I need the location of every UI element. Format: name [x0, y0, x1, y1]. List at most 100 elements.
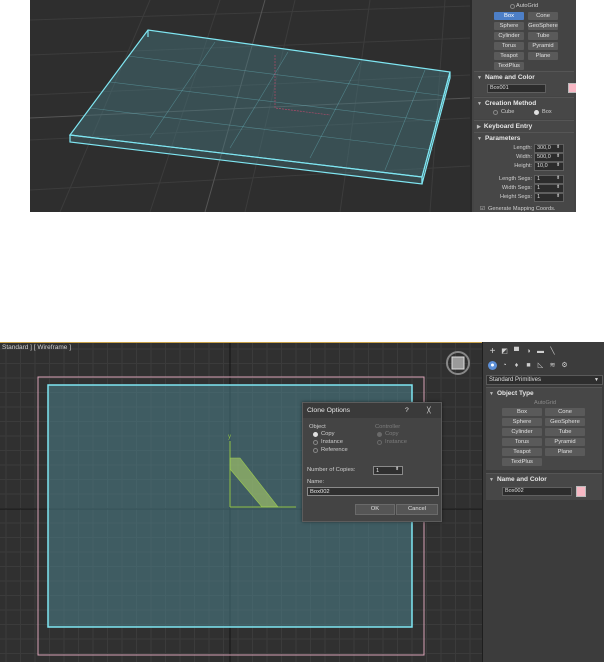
bottom-screenshot: Standard ] [ Wireframe ] y Clone Options…	[0, 342, 604, 662]
primitive-box-button[interactable]: Box	[494, 12, 524, 20]
chevron-down-icon: ▼	[594, 377, 599, 383]
object-type-rollout: ▼ Object Type AutoGrid Box Cone Sphere Ge…	[486, 387, 602, 470]
y-axis-label: y	[228, 434, 231, 440]
motion-tab-icon[interactable]: ◑	[524, 347, 533, 356]
primitive-sphere-button[interactable]: Sphere	[502, 418, 542, 426]
primitive-type-dropdown[interactable]: Standard Primitives ▼	[486, 375, 603, 385]
display-tab-icon[interactable]: ▬	[536, 347, 545, 356]
spinner-icon[interactable]: ⬍	[556, 153, 560, 159]
create-tab-icon[interactable]: +	[488, 347, 497, 357]
cameras-icon[interactable]: ■	[524, 361, 533, 370]
reference-radio[interactable]	[313, 448, 318, 453]
instance-radio[interactable]	[313, 440, 318, 445]
autogrid-label: AutoGrid	[516, 3, 539, 9]
length-label: Length:	[513, 145, 532, 151]
primitive-teapot-button[interactable]: Teapot	[502, 448, 542, 456]
primitive-teapot-button[interactable]: Teapot	[494, 52, 524, 60]
clone-name-input[interactable]	[307, 487, 439, 496]
spacewarps-icon[interactable]: ≋	[548, 361, 557, 370]
close-button[interactable]: ╳	[427, 407, 431, 414]
command-panel-bottom: + ◩ ▀ ◑ ▬ ╲ ● ◔ ♦ ■ ◺ ≋ ⚙ Standard Primi…	[482, 342, 604, 662]
instance-label: Instance	[321, 439, 343, 445]
primitive-torus-button[interactable]: Torus	[494, 42, 524, 50]
helpers-icon[interactable]: ◺	[536, 361, 545, 370]
help-button[interactable]: ?	[405, 407, 409, 414]
primitive-box-button[interactable]: Box	[502, 408, 542, 416]
color-swatch[interactable]	[568, 83, 576, 93]
collapse-triangle-icon[interactable]: ▼	[477, 136, 482, 142]
primitive-cylinder-button[interactable]: Cylinder	[502, 428, 542, 436]
hierarchy-tab-icon[interactable]: ▀	[512, 347, 521, 356]
primitive-pyramid-button[interactable]: Pyramid	[545, 438, 585, 446]
name-color-title: Name and Color	[484, 74, 535, 81]
keyboard-entry-title[interactable]: Keyboard Entry	[484, 123, 532, 130]
primitive-sphere-button[interactable]: Sphere	[494, 22, 524, 30]
perspective-viewport[interactable]	[30, 0, 470, 212]
creation-method-rollout: ▼ Creation Method Cube Box	[474, 97, 574, 119]
cube-label: Cube	[501, 109, 515, 115]
top-viewport[interactable]: Standard ] [ Wireframe ] y Clone Options…	[0, 342, 482, 662]
width-label: Width:	[516, 154, 532, 160]
spinner-icon[interactable]: ⬍	[395, 466, 399, 472]
primitive-geosphere-button[interactable]: GeoSphere	[528, 22, 558, 30]
collapse-triangle-icon[interactable]: ▼	[477, 75, 482, 81]
creation-method-title: Creation Method	[484, 100, 537, 107]
box-label: Box	[542, 109, 552, 115]
primitive-cylinder-button[interactable]: Cylinder	[494, 32, 524, 40]
spinner-icon[interactable]: ⬍	[556, 184, 560, 190]
height-label: Height:	[514, 163, 532, 169]
viewport-grid	[30, 0, 470, 212]
viewcube-icon	[451, 356, 465, 370]
command-panel-tabs: + ◩ ▀ ◑ ▬ ╲	[488, 347, 557, 357]
controller-copy-label: Copy	[385, 431, 399, 437]
expand-triangle-icon[interactable]: ▶	[477, 124, 481, 130]
primitive-pyramid-button[interactable]: Pyramid	[528, 42, 558, 50]
primitive-geosphere-button[interactable]: GeoSphere	[545, 418, 585, 426]
parameters-rollout: ▼ Parameters Length: 300,0 ⬍ Width: 500,0…	[474, 132, 574, 212]
gen-mapping-checkbox-icon[interactable]: ☑	[480, 206, 485, 212]
name-label: Name:	[307, 479, 325, 485]
modify-tab-icon[interactable]: ◩	[500, 347, 509, 356]
controller-copy-radio	[377, 432, 382, 437]
primitive-cone-button[interactable]: Cone	[545, 408, 585, 416]
gen-mapping-label: Generate Mapping Coords.	[488, 206, 556, 212]
shapes-icon[interactable]: ◔	[500, 361, 509, 370]
keyboard-entry-rollout: ▶ Keyboard Entry	[474, 120, 574, 132]
spinner-icon[interactable]: ⬍	[556, 162, 560, 168]
lights-icon[interactable]: ♦	[512, 361, 521, 370]
object-name-field[interactable]: Box002	[502, 487, 572, 496]
object-group-label: Object	[309, 424, 326, 430]
primitive-torus-button[interactable]: Torus	[502, 438, 542, 446]
primitive-textplus-button[interactable]: TextPlus	[494, 62, 524, 70]
copy-label: Copy	[321, 431, 335, 437]
primitive-tube-button[interactable]: Tube	[528, 32, 558, 40]
primitive-textplus-button[interactable]: TextPlus	[502, 458, 542, 466]
viewport-label[interactable]: Standard ] [ Wireframe ]	[2, 344, 71, 351]
height-segs-label: Height Segs:	[499, 194, 532, 200]
cube-radio[interactable]	[493, 110, 498, 115]
collapse-triangle-icon[interactable]: ▼	[477, 101, 482, 107]
collapse-triangle-icon[interactable]: ▼	[489, 391, 494, 397]
cancel-button[interactable]: Cancel	[396, 504, 438, 515]
spinner-icon[interactable]: ⬍	[556, 193, 560, 199]
controller-instance-label: Instance	[385, 439, 407, 445]
primitive-tube-button[interactable]: Tube	[545, 428, 585, 436]
object-type-title: Object Type	[496, 390, 534, 397]
geometry-icon[interactable]: ●	[488, 361, 497, 370]
dropdown-value: Standard Primitives	[489, 377, 542, 383]
copy-radio[interactable]	[313, 432, 318, 437]
reference-label: Reference	[321, 447, 348, 453]
autogrid-checkbox[interactable]	[510, 4, 515, 9]
primitive-plane-button[interactable]: Plane	[545, 448, 585, 456]
primitive-cone-button[interactable]: Cone	[528, 12, 558, 20]
ok-button[interactable]: OK	[355, 504, 395, 515]
box-radio[interactable]	[534, 110, 539, 115]
primitive-plane-button[interactable]: Plane	[528, 52, 558, 60]
systems-icon[interactable]: ⚙	[560, 361, 569, 370]
color-swatch[interactable]	[576, 486, 586, 497]
spinner-icon[interactable]: ⬍	[556, 144, 560, 150]
object-name-field[interactable]: Box001	[487, 84, 546, 93]
spinner-icon[interactable]: ⬍	[556, 175, 560, 181]
collapse-triangle-icon[interactable]: ▼	[489, 477, 494, 483]
utilities-tab-icon[interactable]: ╲	[548, 347, 557, 356]
